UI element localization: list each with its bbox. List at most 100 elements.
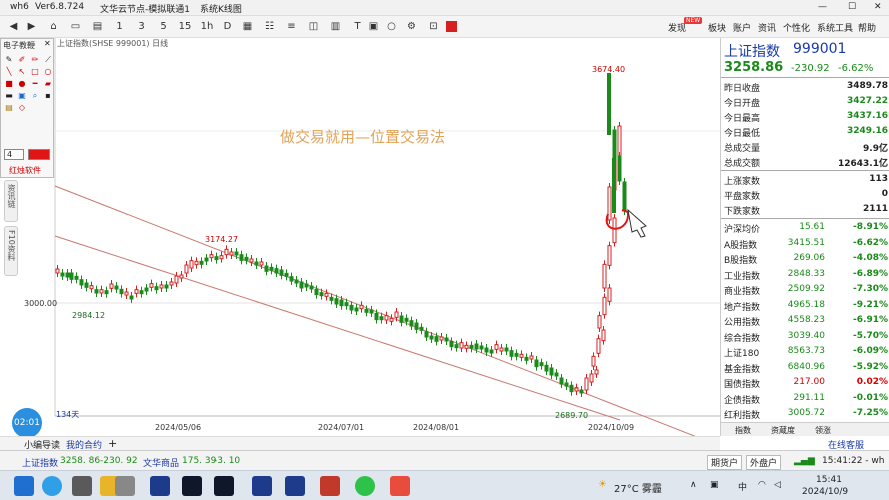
ellipse-icon[interactable]: ○ (43, 67, 53, 76)
tray-app-icon[interactable]: ▣ (710, 480, 719, 490)
text-tool-icon[interactable]: ▬ (4, 91, 14, 100)
kvb-icon-2[interactable] (214, 476, 234, 496)
help-menu[interactable]: 帮助 (858, 21, 876, 34)
index-row[interactable]: 上证180 8563.73 -6.09% (721, 344, 889, 359)
candle (589, 373, 594, 383)
add-tab-button[interactable]: + (108, 437, 117, 450)
red-square-icon[interactable] (446, 21, 457, 32)
palette-close-icon[interactable]: ✕ (44, 39, 51, 48)
period-3-button[interactable]: 3 (134, 19, 149, 34)
personalize-menu[interactable]: 个性化 (783, 21, 810, 34)
app-a-icon-2[interactable] (285, 476, 305, 496)
index-row[interactable]: 地产指数 4965.18 -9.21% (721, 298, 889, 313)
thick-line-icon[interactable]: ━ (30, 79, 40, 88)
home-icon[interactable]: ⌂ (46, 19, 61, 34)
back-icon[interactable]: ◀ (6, 19, 21, 34)
index-pct: -4.08% (853, 253, 888, 263)
windows-start-icon[interactable] (14, 476, 34, 496)
index-row[interactable]: 红利指数 3005.72 -7.25% (721, 406, 889, 421)
index-row[interactable]: 综合指数 3039.40 -5.70% (721, 329, 889, 344)
wenhua-icon[interactable] (320, 476, 340, 496)
edge-icon[interactable] (42, 476, 62, 496)
zoom-tool-icon[interactable]: ⌕ (30, 91, 40, 100)
timer-badge[interactable]: 02:01 (12, 408, 42, 438)
period-15-button[interactable]: 15 (176, 19, 194, 34)
line-width-select[interactable]: 4 (4, 149, 24, 160)
index-row[interactable]: 沪深均价 15.61 -8.91% (721, 220, 889, 235)
chart-icon[interactable]: ▤ (90, 19, 105, 34)
filled-rect-icon[interactable]: ■ (4, 79, 14, 88)
ime-icon[interactable]: 中 (738, 480, 747, 493)
taskview-icon[interactable] (72, 476, 92, 496)
tray-up-icon[interactable]: ∧ (690, 480, 697, 490)
line-icon[interactable]: ╲ (4, 67, 14, 76)
price-chart[interactable]: 做交易就用—位置交易法 3674.40 3174.27 2984.12 2689… (0, 38, 720, 436)
settings-icon[interactable]: ⚙ (404, 19, 419, 34)
circle-icon[interactable]: ○ (384, 19, 399, 34)
grid-icon[interactable]: ▦ (240, 19, 255, 34)
index-row[interactable]: 企债指数 291.11 -0.01% (721, 391, 889, 406)
side-tab-news-chain[interactable]: 资讯链 (4, 180, 18, 222)
pen-icon[interactable]: ✐ (17, 55, 27, 64)
calc-icon[interactable]: ▣ (366, 19, 381, 34)
period-5-button[interactable]: 5 (156, 19, 171, 34)
index-row[interactable]: 商业指数 2509.92 -7.30% (721, 282, 889, 297)
volume-icon[interactable]: ◁ (774, 480, 781, 490)
fill-icon[interactable]: ▰ (43, 79, 53, 88)
kvb-icon-1[interactable] (182, 476, 202, 496)
system-tools-menu[interactable]: 系统工具 (817, 21, 853, 34)
panel-tab-leaders[interactable]: 领涨 (815, 425, 831, 436)
bars-icon[interactable]: ▥ (328, 19, 343, 34)
index-row[interactable]: 公用指数 4558.23 -6.91% (721, 313, 889, 328)
side-tab-f10[interactable]: F10资料 (4, 226, 18, 276)
divider (721, 77, 889, 78)
period-1-button[interactable]: 1 (112, 19, 127, 34)
period-day-button[interactable]: D (220, 19, 235, 34)
app-a-icon-1[interactable] (252, 476, 272, 496)
candle (334, 298, 339, 305)
close-icon[interactable]: ✕ (874, 2, 882, 12)
taskbar-date[interactable]: 2024/10/9 (802, 487, 848, 497)
screen-tool-icon[interactable]: ▪ (43, 91, 53, 100)
index-row[interactable]: 基金指数 6840.96 -5.92% (721, 360, 889, 375)
forward-icon[interactable]: ▶ (24, 19, 39, 34)
futures-account-button[interactable]: 期货户 (707, 455, 743, 470)
eraser-icon[interactable]: ✎ (4, 55, 14, 64)
panel-tab-index[interactable]: 指数 (735, 425, 751, 436)
weather-text[interactable]: 27°C 雾霾 (614, 480, 662, 495)
app-icon-1[interactable] (150, 476, 170, 496)
calculator-icon[interactable] (115, 476, 135, 496)
account-menu[interactable]: 账户 (733, 21, 751, 34)
wechat-icon[interactable] (355, 476, 375, 496)
list-icon[interactable]: ≡ (284, 19, 299, 34)
outside-market-button[interactable]: 外盘户 (746, 455, 782, 470)
app-icon-red[interactable] (390, 476, 410, 496)
panel-tab-heat[interactable]: 资蔵度 (771, 425, 795, 436)
diamond-icon[interactable]: ◇ (17, 103, 27, 112)
news-menu[interactable]: 资讯 (758, 21, 776, 34)
index-row[interactable]: 国债指数 217.00 0.02% (721, 375, 889, 390)
taskbar-time[interactable]: 15:41 (816, 475, 842, 485)
text-icon[interactable]: T (350, 19, 365, 34)
brush-icon[interactable]: ✏ (30, 55, 40, 64)
minimize-icon[interactable]: — (818, 2, 827, 12)
window-icon[interactable]: ◫ (306, 19, 321, 34)
marker-icon[interactable]: ⟋ (43, 55, 53, 64)
index-row[interactable]: B股指数 269.06 -4.08% (721, 251, 889, 266)
rect-icon[interactable]: □ (30, 67, 40, 76)
scan-icon[interactable]: ⊡ (426, 19, 441, 34)
table-icon[interactable]: ☷ (262, 19, 277, 34)
sector-menu[interactable]: 板块 (708, 21, 726, 34)
maximize-icon[interactable]: ☐ (848, 2, 856, 12)
arrow-icon[interactable]: ↖ (17, 67, 27, 76)
index-row[interactable]: 工业指数 2848.33 -6.89% (721, 267, 889, 282)
image-tool-icon[interactable]: ▣ (17, 91, 27, 100)
color-select[interactable] (28, 149, 50, 160)
filled-ellipse-icon[interactable]: ● (17, 79, 27, 88)
period-1h-button[interactable]: 1h (198, 19, 216, 34)
index-row[interactable]: A股指数 3415.51 -6.62% (721, 236, 889, 251)
folder-icon[interactable]: ▤ (4, 103, 14, 112)
candle (74, 275, 79, 280)
monitor-icon[interactable]: ▭ (68, 19, 83, 34)
wifi-icon[interactable]: ◠ (758, 480, 766, 490)
